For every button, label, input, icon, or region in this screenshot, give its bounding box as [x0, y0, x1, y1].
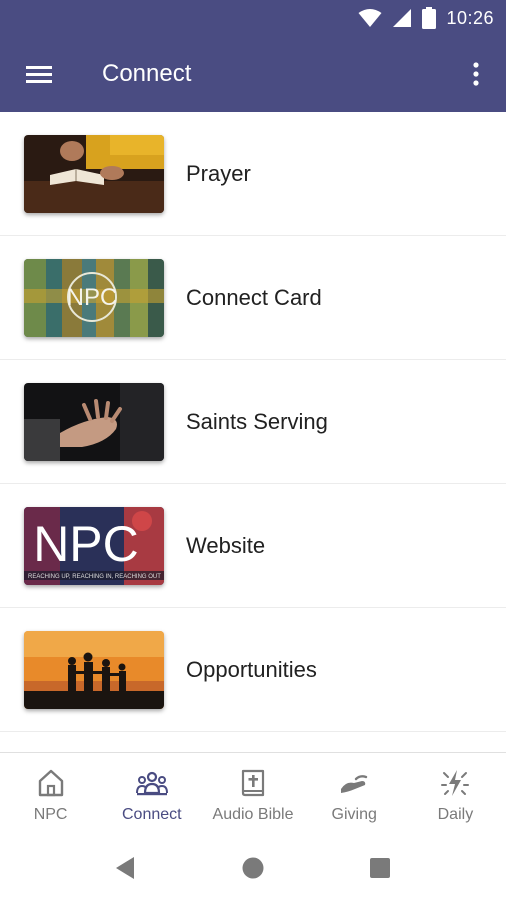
connect-card-thumbnail: NPC: [24, 259, 164, 337]
list-item-connect-card[interactable]: NPC Connect Card: [0, 236, 506, 360]
list-item-opportunities[interactable]: Opportunities: [0, 608, 506, 732]
list-item-label: Prayer: [186, 161, 251, 186]
svg-text:NPC: NPC: [67, 284, 118, 311]
people-icon: [135, 771, 168, 796]
prayer-thumbnail: [24, 135, 164, 213]
nav-label: Giving: [331, 806, 377, 823]
list-item-website[interactable]: NPC REACHING UP, REACHING IN, REACHING O…: [0, 484, 506, 608]
home-circle-icon[interactable]: [239, 854, 267, 882]
list-item-label: Connect Card: [186, 285, 322, 310]
list-item-label: Opportunities: [186, 657, 317, 682]
app-bar: Connect: [0, 36, 506, 112]
status-time: 10:26: [446, 7, 494, 28]
wifi-icon: [358, 9, 382, 27]
svg-text:NPC: NPC: [33, 516, 139, 572]
nav-item-connect[interactable]: Connect: [101, 753, 202, 838]
menu-icon[interactable]: [24, 60, 54, 88]
nav-label: Daily: [437, 806, 474, 823]
website-thumbnail: NPC REACHING UP, REACHING IN, REACHING O…: [24, 507, 164, 585]
status-bar: 10:26: [0, 0, 506, 36]
bottom-navigation: NPC Connect Audio Bible Giving Daily: [0, 752, 506, 838]
home-icon: [38, 769, 63, 797]
back-icon[interactable]: [112, 854, 140, 882]
bible-icon: [241, 769, 265, 797]
nav-item-daily[interactable]: Daily: [405, 753, 506, 838]
battery-icon: [422, 7, 437, 29]
nav-label: Connect: [122, 806, 182, 823]
giving-hand-icon: [341, 775, 368, 793]
saints-serving-thumbnail: [24, 383, 164, 461]
list-item-label: Saints Serving: [186, 409, 328, 434]
nav-label: Audio Bible: [212, 806, 294, 823]
opportunities-thumbnail: [24, 631, 164, 709]
nav-item-audio-bible[interactable]: Audio Bible: [202, 753, 303, 838]
signal-icon: [393, 9, 412, 27]
more-vert-icon[interactable]: [466, 60, 486, 88]
nav-item-giving[interactable]: Giving: [304, 753, 405, 838]
nav-item-npc[interactable]: NPC: [0, 753, 101, 838]
nav-label: NPC: [33, 806, 68, 823]
status-icons: 10:26: [358, 6, 494, 30]
daily-spark-icon: [441, 770, 470, 796]
list-item-prayer[interactable]: Prayer: [0, 112, 506, 236]
list-item-label: Website: [186, 533, 266, 558]
svg-text:REACHING UP, REACHING IN, REAC: REACHING UP, REACHING IN, REACHING OUT: [28, 574, 161, 580]
connect-list: Prayer NPC Connect Card Saints Serving N…: [0, 112, 506, 752]
page-title: Connect: [102, 60, 192, 87]
system-navigation: [0, 838, 506, 900]
recents-icon[interactable]: [366, 854, 394, 882]
list-item-saints-serving[interactable]: Saints Serving: [0, 360, 506, 484]
